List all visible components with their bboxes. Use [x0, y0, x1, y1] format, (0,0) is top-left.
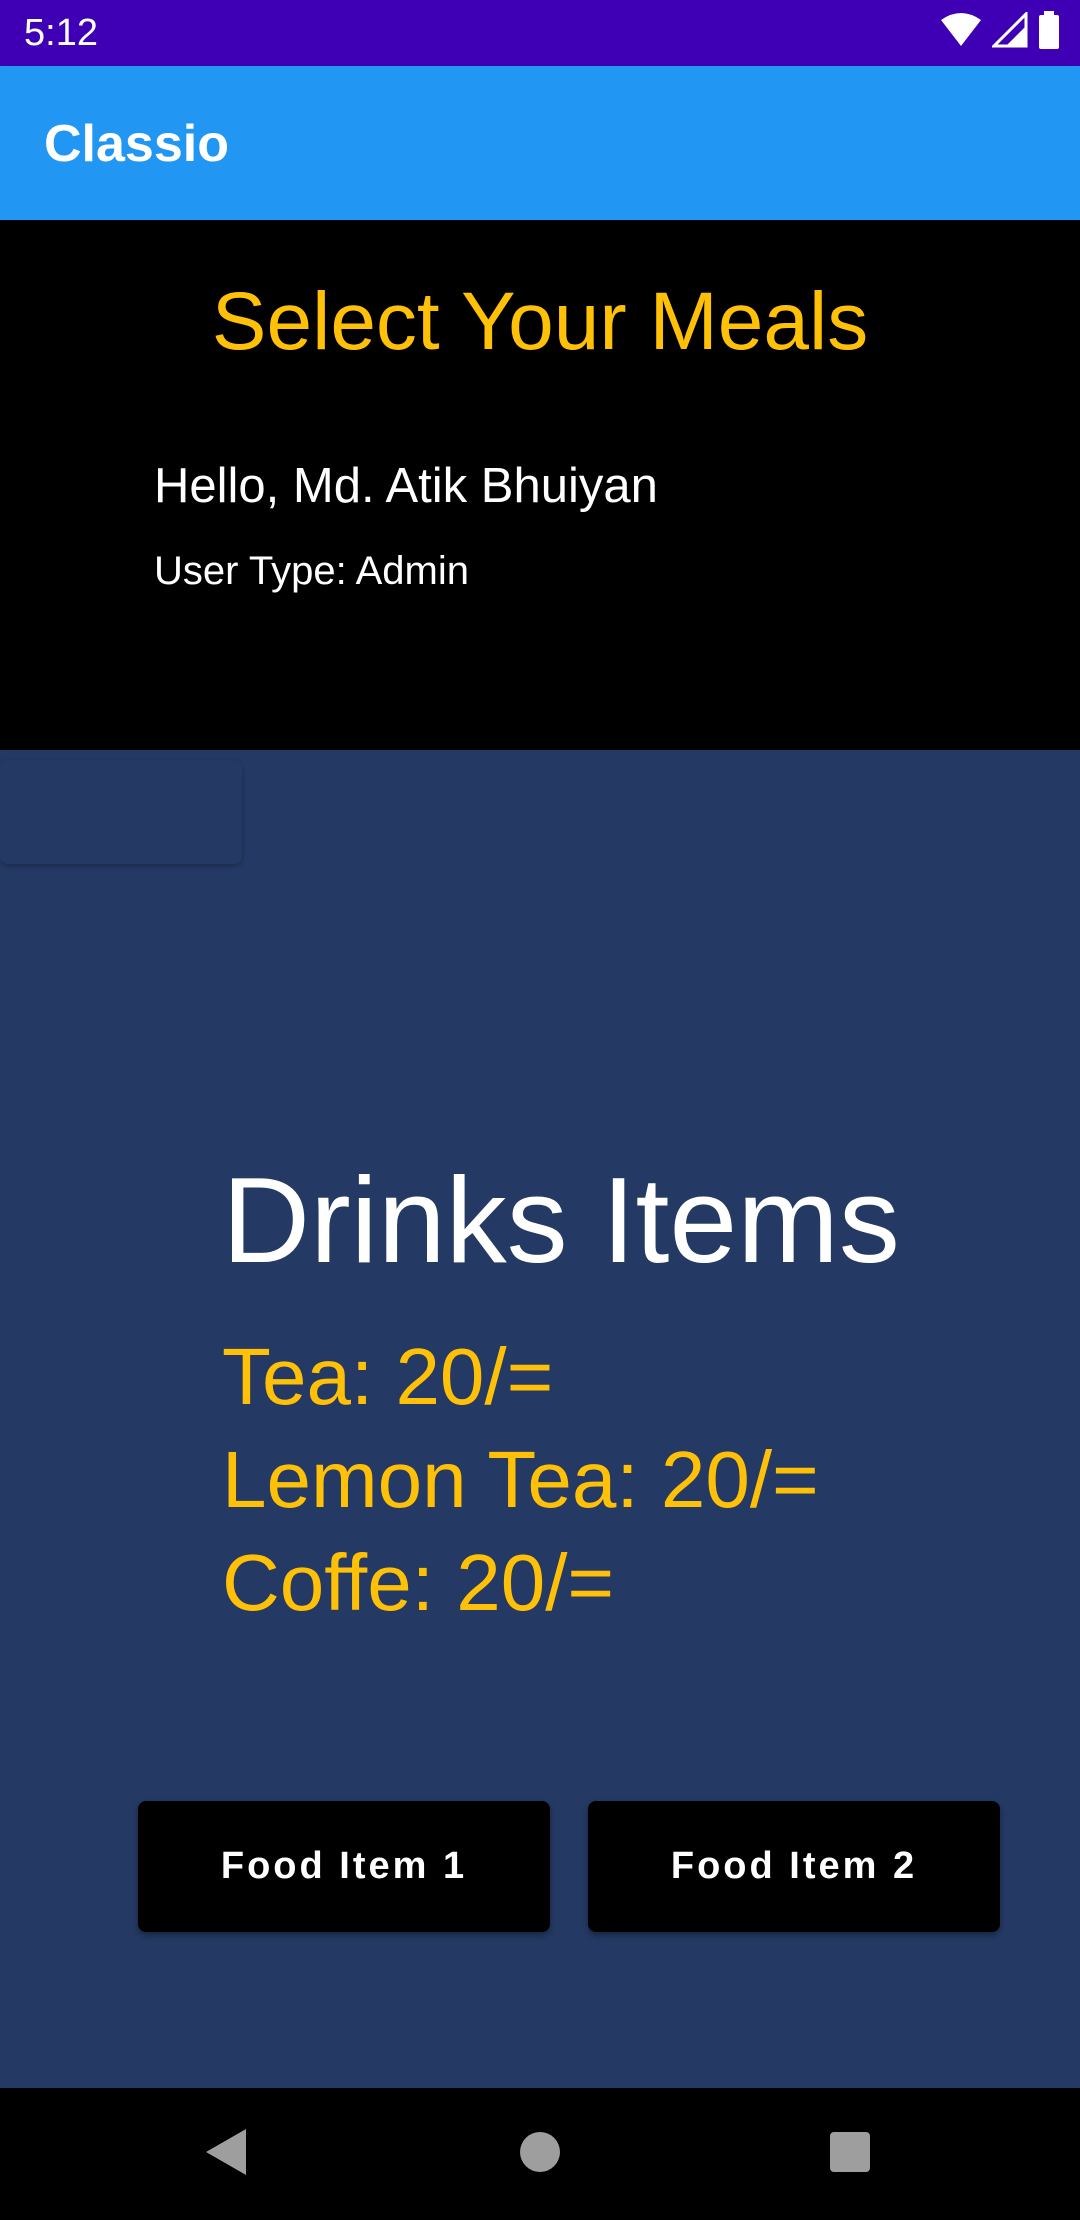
menu-item-tea: Tea: 20/= [222, 1332, 554, 1421]
wifi-icon [940, 12, 982, 53]
drinks-list: Tea: 20/= Lemon Tea: 20/= Coffe: 20/= [222, 1325, 819, 1634]
back-button[interactable] [186, 2114, 266, 2194]
user-type-label: User Type: Admin [154, 549, 469, 593]
food-item-2-button[interactable]: Food Item 2 [588, 1801, 1000, 1932]
menu-item-coffee: Coffe: 20/= [222, 1538, 615, 1627]
recents-button[interactable] [810, 2114, 890, 2194]
navigation-bar [0, 2088, 1080, 2220]
battery-icon [1038, 10, 1060, 54]
back-icon [204, 2127, 248, 2182]
app-title: Classio [44, 115, 229, 173]
menu-item-lemon-tea: Lemon Tea: 20/= [222, 1435, 819, 1524]
user-greeting: Hello, Md. Atik Bhuiyan [154, 459, 658, 513]
food-item-1-button[interactable]: Food Item 1 [138, 1801, 550, 1932]
app-bar: Classio [0, 66, 1080, 220]
home-icon [518, 2130, 562, 2179]
section-title: Drinks Items [222, 1152, 900, 1288]
card-placeholder [0, 760, 242, 864]
signal-icon [990, 9, 1028, 53]
header-panel: Select Your Meals Hello, Md. Atik Bhuiya… [0, 220, 1080, 750]
status-icons [940, 9, 1060, 54]
home-button[interactable] [500, 2114, 580, 2194]
recents-icon [829, 2131, 871, 2178]
screen: 5:12 Classio Select Your Meals Hello, Md… [0, 0, 1080, 2220]
page-title: Select Your Meals [211, 276, 869, 367]
status-bar: 5:12 [0, 0, 1080, 66]
status-time: 5:12 [24, 12, 98, 54]
